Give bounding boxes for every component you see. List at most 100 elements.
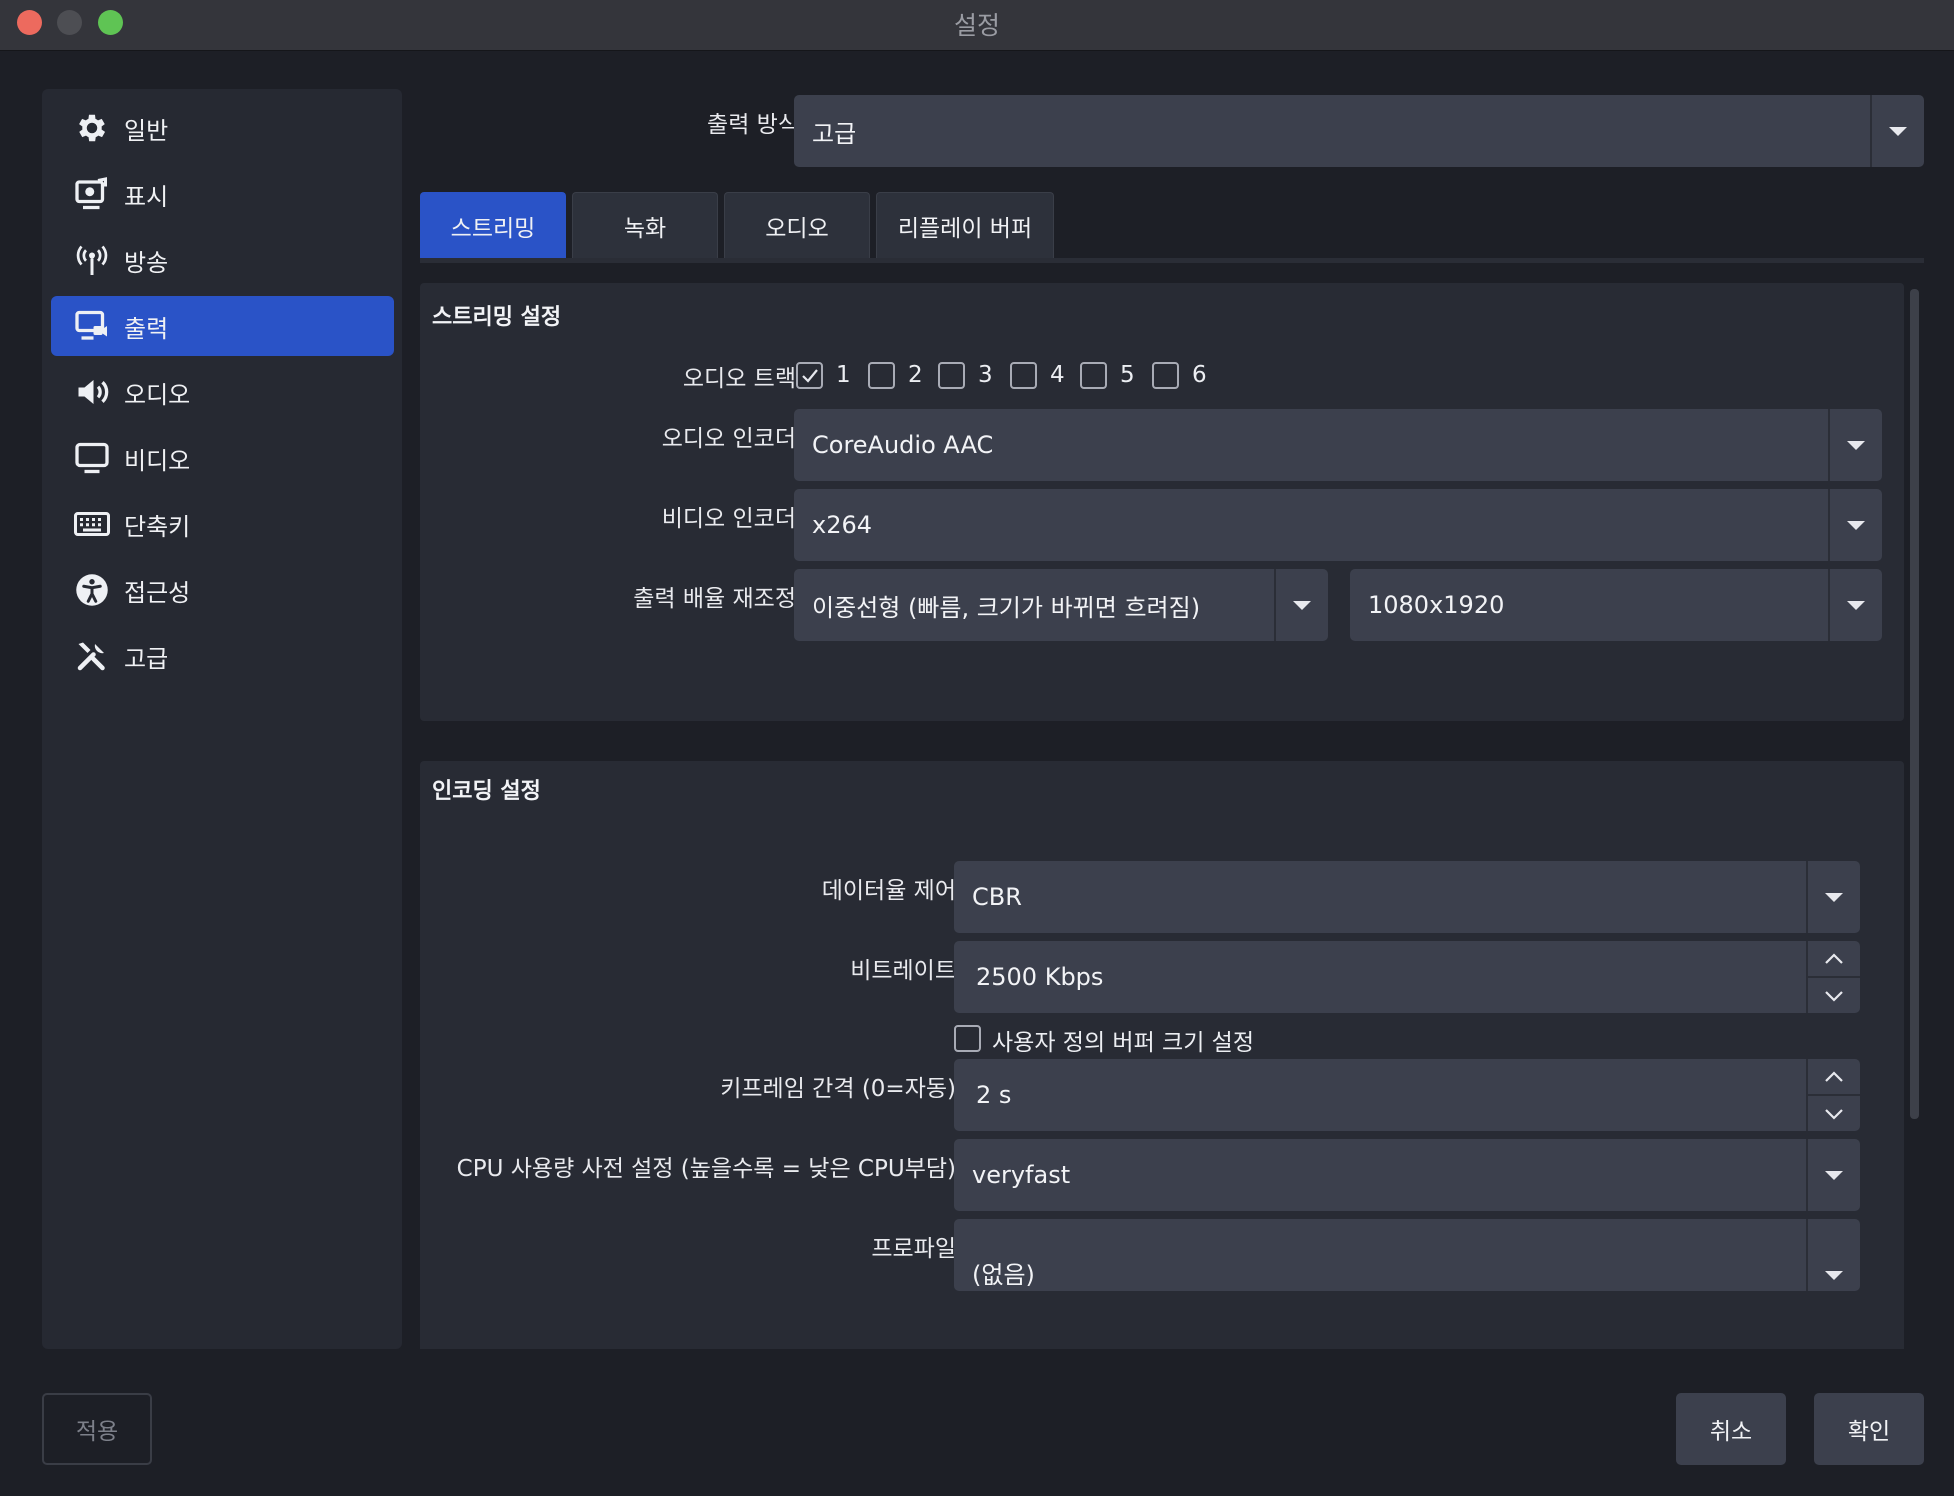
streaming-settings-group: 스트리밍 설정 오디오 트랙 1 2 3 4 5 6 오디오 인코더 CoreA… <box>420 283 1904 721</box>
sidebar-item-advanced[interactable]: 고급 <box>51 626 394 686</box>
chevron-down-icon[interactable] <box>1806 1139 1860 1211</box>
rescale-resolution-select[interactable]: 1080x1920 <box>1350 569 1882 641</box>
custom-buffer-label: 사용자 정의 버퍼 크기 설정 <box>992 1030 1255 1056</box>
chevron-up-icon[interactable] <box>1808 1059 1860 1094</box>
encoding-settings-title: 인코딩 설정 <box>432 779 541 804</box>
tab-streaming[interactable]: 스트리밍 <box>420 192 566 258</box>
rate-control-select[interactable]: CBR <box>954 861 1860 933</box>
bitrate-stepper[interactable]: 2500 Kbps <box>954 941 1860 1013</box>
output-mode-label: 출력 방식 <box>707 112 799 138</box>
rate-control-label: 데이터율 제어 <box>821 878 956 904</box>
keyframe-interval-stepper[interactable]: 2 s <box>954 1059 1860 1131</box>
streaming-settings-title: 스트리밍 설정 <box>432 305 562 330</box>
audio-track-2-checkbox[interactable] <box>868 362 895 389</box>
cpu-preset-label: CPU 사용량 사전 설정 (높을수록 = 낮은 CPU부담) <box>456 1156 956 1182</box>
encoding-settings-group: 인코딩 설정 데이터율 제어 CBR 비트레이트 2500 Kbps 사용자 정… <box>420 761 1904 1349</box>
audio-track-2-label: 2 <box>908 362 923 388</box>
audio-track-1-label: 1 <box>836 362 851 388</box>
rate-control-value: CBR <box>972 883 1022 911</box>
display-icon <box>62 164 122 224</box>
audio-track-3-label: 3 <box>978 362 993 388</box>
sidebar-item-label: 단축키 <box>124 512 191 541</box>
sidebar-item-hotkeys[interactable]: 단축키 <box>51 494 394 554</box>
sidebar-item-display[interactable]: 표시 <box>51 164 394 224</box>
audio-track-1-checkbox[interactable] <box>796 362 823 389</box>
output-mode-select[interactable]: 고급 <box>794 95 1924 167</box>
chevron-down-icon[interactable] <box>1806 861 1860 933</box>
sidebar-item-label: 비디오 <box>124 446 191 475</box>
window-title: 설정 <box>953 11 1000 40</box>
tools-icon <box>62 626 122 686</box>
audio-encoder-label: 오디오 인코더 <box>661 426 796 452</box>
video-encoder-value: x264 <box>812 511 873 539</box>
antenna-icon <box>62 230 122 290</box>
keyframe-interval-value: 2 s <box>976 1081 1012 1109</box>
rescale-filter-select[interactable]: 이중선형 (빠름, 크기가 바뀌면 흐려짐) <box>794 569 1328 641</box>
audio-track-label: 오디오 트랙 <box>682 366 796 392</box>
tab-replay-buffer[interactable]: 리플레이 버퍼 <box>876 192 1054 258</box>
gear-icon <box>62 98 122 158</box>
audio-track-5-checkbox[interactable] <box>1080 362 1107 389</box>
chevron-down-icon[interactable] <box>1806 1219 1860 1291</box>
sidebar-item-accessibility[interactable]: 접근성 <box>51 560 394 620</box>
audio-track-3-checkbox[interactable] <box>938 362 965 389</box>
cpu-preset-select[interactable]: veryfast <box>954 1139 1860 1211</box>
cpu-preset-value: veryfast <box>972 1161 1071 1189</box>
apply-button[interactable]: 적용 <box>42 1393 152 1465</box>
rescale-output-label: 출력 배율 재조정 <box>633 586 796 612</box>
scrollbar-thumb[interactable] <box>1910 289 1919 1119</box>
profile-select[interactable]: (없음) <box>954 1219 1860 1291</box>
chevron-down-icon[interactable] <box>1828 489 1882 561</box>
settings-sidebar-list: 일반 표시 방송 출력 오디오 비디오 단축키 접근성 고급 <box>42 89 402 1349</box>
speaker-icon <box>62 362 122 422</box>
chevron-down-icon[interactable] <box>1274 569 1328 641</box>
sidebar-item-general[interactable]: 일반 <box>51 98 394 158</box>
video-encoder-label: 비디오 인코더 <box>661 506 796 532</box>
chevron-down-icon[interactable] <box>1808 976 1860 1013</box>
tab-divider <box>420 258 1924 263</box>
rescale-filter-value: 이중선형 (빠름, 크기가 바뀌면 흐려짐) <box>812 593 1201 622</box>
tab-audio[interactable]: 오디오 <box>724 192 870 258</box>
audio-encoder-select[interactable]: CoreAudio AAC <box>794 409 1882 481</box>
chevron-down-icon[interactable] <box>1870 95 1924 167</box>
sidebar-item-video[interactable]: 비디오 <box>51 428 394 488</box>
sidebar-item-stream[interactable]: 방송 <box>51 230 394 290</box>
keyboard-icon <box>62 494 122 554</box>
sidebar-item-label: 오디오 <box>124 380 191 409</box>
sidebar-item-label: 접근성 <box>124 578 191 607</box>
audio-track-6-checkbox[interactable] <box>1152 362 1179 389</box>
ok-button[interactable]: 확인 <box>1814 1393 1924 1465</box>
keyframe-interval-label: 키프레임 간격 (0=자동) <box>720 1076 956 1102</box>
settings-content: 출력 방식 고급 스트리밍 녹화 오디오 리플레이 버퍼 스트리밍 설정 오디오… <box>420 89 1924 1349</box>
bitrate-label: 비트레이트 <box>850 958 956 984</box>
sidebar-item-label: 출력 <box>124 314 169 343</box>
audio-track-4-checkbox[interactable] <box>1010 362 1037 389</box>
profile-label: 프로파일 <box>871 1236 956 1262</box>
profile-value: (없음) <box>972 1260 1035 1289</box>
sidebar-item-label: 일반 <box>124 116 169 145</box>
accessibility-icon <box>62 560 122 620</box>
cancel-button[interactable]: 취소 <box>1676 1393 1786 1465</box>
chevron-down-icon[interactable] <box>1828 409 1882 481</box>
stepper-arrows <box>1806 941 1860 1013</box>
sidebar-item-output[interactable]: 출력 <box>51 296 394 356</box>
video-encoder-select[interactable]: x264 <box>794 489 1882 561</box>
sidebar-item-label: 표시 <box>124 182 169 211</box>
audio-track-5-label: 5 <box>1120 362 1135 388</box>
tab-recording[interactable]: 녹화 <box>572 192 718 258</box>
audio-track-6-label: 6 <box>1192 362 1207 388</box>
audio-track-4-label: 4 <box>1050 362 1065 388</box>
sidebar-item-audio[interactable]: 오디오 <box>51 362 394 422</box>
chevron-down-icon[interactable] <box>1808 1094 1860 1131</box>
monitor-icon <box>62 428 122 488</box>
sidebar-item-label: 고급 <box>124 644 169 673</box>
stepper-arrows <box>1806 1059 1860 1131</box>
chevron-up-icon[interactable] <box>1808 941 1860 976</box>
sidebar-item-label: 방송 <box>124 248 169 277</box>
title-bar: 설정 <box>0 0 1954 51</box>
custom-buffer-checkbox[interactable] <box>954 1025 981 1052</box>
rescale-resolution-value: 1080x1920 <box>1368 591 1505 619</box>
chevron-down-icon[interactable] <box>1828 569 1882 641</box>
output-icon <box>62 296 122 356</box>
bitrate-value: 2500 Kbps <box>976 963 1104 991</box>
